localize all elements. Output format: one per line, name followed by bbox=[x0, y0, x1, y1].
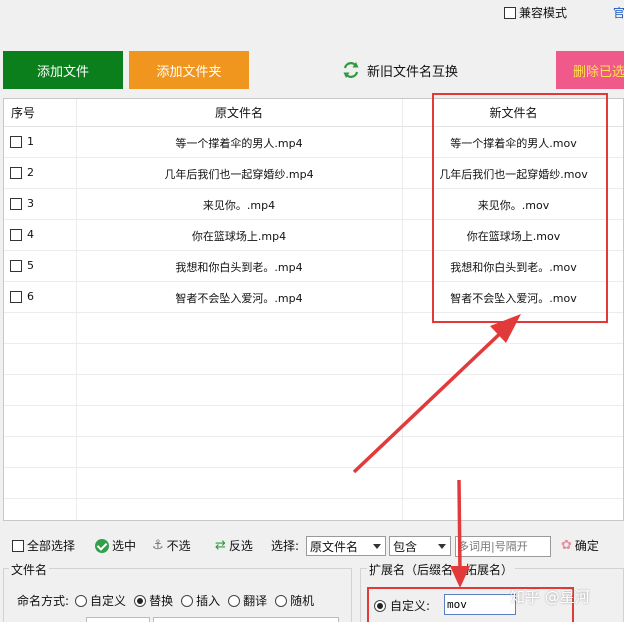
row-checkbox[interactable] bbox=[10, 260, 22, 272]
naming-option-label: 翻译 bbox=[243, 594, 268, 608]
original-filename: 你在篮球场上.mp4 bbox=[191, 230, 287, 243]
naming-option-random[interactable]: 随机 bbox=[275, 592, 314, 609]
row-checkbox[interactable] bbox=[10, 198, 22, 210]
empty-row bbox=[4, 406, 623, 437]
new-filename-highlight-box bbox=[432, 93, 608, 323]
radio-button[interactable] bbox=[275, 594, 288, 607]
row-number: 4 bbox=[27, 228, 34, 241]
naming-mode-row: 命名方式: 自定义 替换 插入 翻译 随机 bbox=[17, 592, 322, 609]
naming-option-replace[interactable]: 替换 bbox=[134, 592, 173, 609]
naming-option-label: 插入 bbox=[196, 594, 221, 608]
row-number: 5 bbox=[27, 259, 34, 272]
row-checkbox[interactable] bbox=[10, 229, 22, 241]
confirm-label: 确定 bbox=[574, 539, 599, 553]
compat-mode-label: 兼容模式 bbox=[519, 6, 568, 20]
empty-row bbox=[4, 468, 623, 499]
invert-selection-label: 反选 bbox=[228, 539, 253, 553]
match-select[interactable]: 包含 bbox=[389, 536, 451, 556]
selection-bar: 全部选择 选中 ⚓ 不选 ⇄ 反选 选择: 原文件名 包含 ✿ 确定 bbox=[3, 530, 624, 562]
empty-row bbox=[4, 375, 623, 406]
uncheck-label: 不选 bbox=[166, 539, 191, 553]
watermark-text: 知乎 @星河 bbox=[510, 588, 590, 606]
radio-button[interactable] bbox=[75, 594, 88, 607]
empty-row bbox=[4, 344, 623, 375]
official-site-link[interactable]: 官 bbox=[613, 4, 624, 21]
row-number: 1 bbox=[27, 135, 34, 148]
check-circle-icon bbox=[95, 538, 109, 553]
row-number: 2 bbox=[27, 166, 34, 179]
select-all-label: 全部选择 bbox=[27, 539, 76, 553]
column-header-seq[interactable]: 序号 bbox=[11, 99, 35, 127]
radio-button-selected[interactable] bbox=[134, 594, 147, 607]
check-selected-label: 选中 bbox=[112, 539, 137, 553]
compat-mode-toggle[interactable]: 兼容模式 bbox=[504, 4, 567, 21]
invert-selection-button[interactable]: ⇄ 反选 bbox=[215, 537, 253, 554]
anchor-icon: ⚓ bbox=[152, 537, 164, 553]
filename-group-title: 文件名 bbox=[9, 561, 50, 578]
select-all-checkbox[interactable] bbox=[12, 539, 24, 552]
select-by-label: 选择: bbox=[271, 539, 300, 553]
select-all-toggle[interactable]: 全部选择 bbox=[12, 537, 75, 554]
find-text-input[interactable] bbox=[86, 617, 150, 622]
extension-group-title: 扩展名（后缀名，拓展名） bbox=[367, 561, 516, 578]
row-number: 6 bbox=[27, 290, 34, 303]
row-checkbox[interactable] bbox=[10, 167, 22, 179]
top-bar: 兼容模式 官 bbox=[0, 0, 624, 50]
naming-option-label: 自定义 bbox=[90, 594, 127, 608]
column-header-original[interactable]: 原文件名 bbox=[76, 99, 402, 127]
field-select[interactable]: 原文件名 bbox=[306, 536, 386, 556]
naming-option-custom[interactable]: 自定义 bbox=[75, 592, 126, 609]
keyword-input[interactable] bbox=[455, 536, 551, 557]
original-filename: 等一个撑着伞的男人.mp4 bbox=[175, 137, 303, 150]
uncheck-button[interactable]: ⚓ 不选 bbox=[152, 537, 191, 554]
compat-mode-checkbox[interactable] bbox=[504, 6, 516, 19]
delete-selected-button[interactable]: 删除已选 bbox=[556, 51, 624, 89]
row-number: 3 bbox=[27, 197, 34, 210]
row-checkbox[interactable] bbox=[10, 291, 22, 303]
add-file-button[interactable]: 添加文件 bbox=[3, 51, 123, 89]
confirm-button[interactable]: ✿ 确定 bbox=[561, 537, 599, 554]
original-filename: 我想和你白头到老。.mp4 bbox=[175, 261, 303, 274]
invert-arrows-icon: ⇄ bbox=[215, 537, 226, 553]
naming-option-translate[interactable]: 翻译 bbox=[228, 592, 267, 609]
naming-option-label: 随机 bbox=[290, 594, 315, 608]
swap-arrows-icon bbox=[343, 62, 359, 78]
row-checkbox[interactable] bbox=[10, 136, 22, 148]
add-folder-button[interactable]: 添加文件夹 bbox=[129, 51, 249, 89]
original-filename: 几年后我们也一起穿婚纱.mp4 bbox=[164, 168, 314, 181]
chevron-down-icon bbox=[438, 544, 446, 549]
naming-mode-label: 命名方式: bbox=[17, 594, 70, 608]
chevron-down-icon bbox=[373, 544, 381, 549]
empty-row bbox=[4, 437, 623, 468]
swap-names-label: 新旧文件名互换 bbox=[367, 64, 459, 80]
naming-option-insert[interactable]: 插入 bbox=[181, 592, 220, 609]
match-select-value: 包含 bbox=[393, 539, 418, 554]
swap-names-button[interactable]: 新旧文件名互换 bbox=[338, 51, 466, 89]
flower-icon: ✿ bbox=[561, 537, 572, 553]
field-select-value: 原文件名 bbox=[310, 539, 359, 554]
original-filename: 来见你。.mp4 bbox=[202, 199, 276, 212]
replace-text-input[interactable] bbox=[153, 617, 339, 622]
radio-button[interactable] bbox=[228, 594, 241, 607]
naming-option-label: 替换 bbox=[149, 594, 174, 608]
radio-button[interactable] bbox=[181, 594, 194, 607]
check-selected-button[interactable]: 选中 bbox=[95, 537, 136, 554]
original-filename: 智者不会坠入爱河。.mp4 bbox=[175, 292, 303, 305]
